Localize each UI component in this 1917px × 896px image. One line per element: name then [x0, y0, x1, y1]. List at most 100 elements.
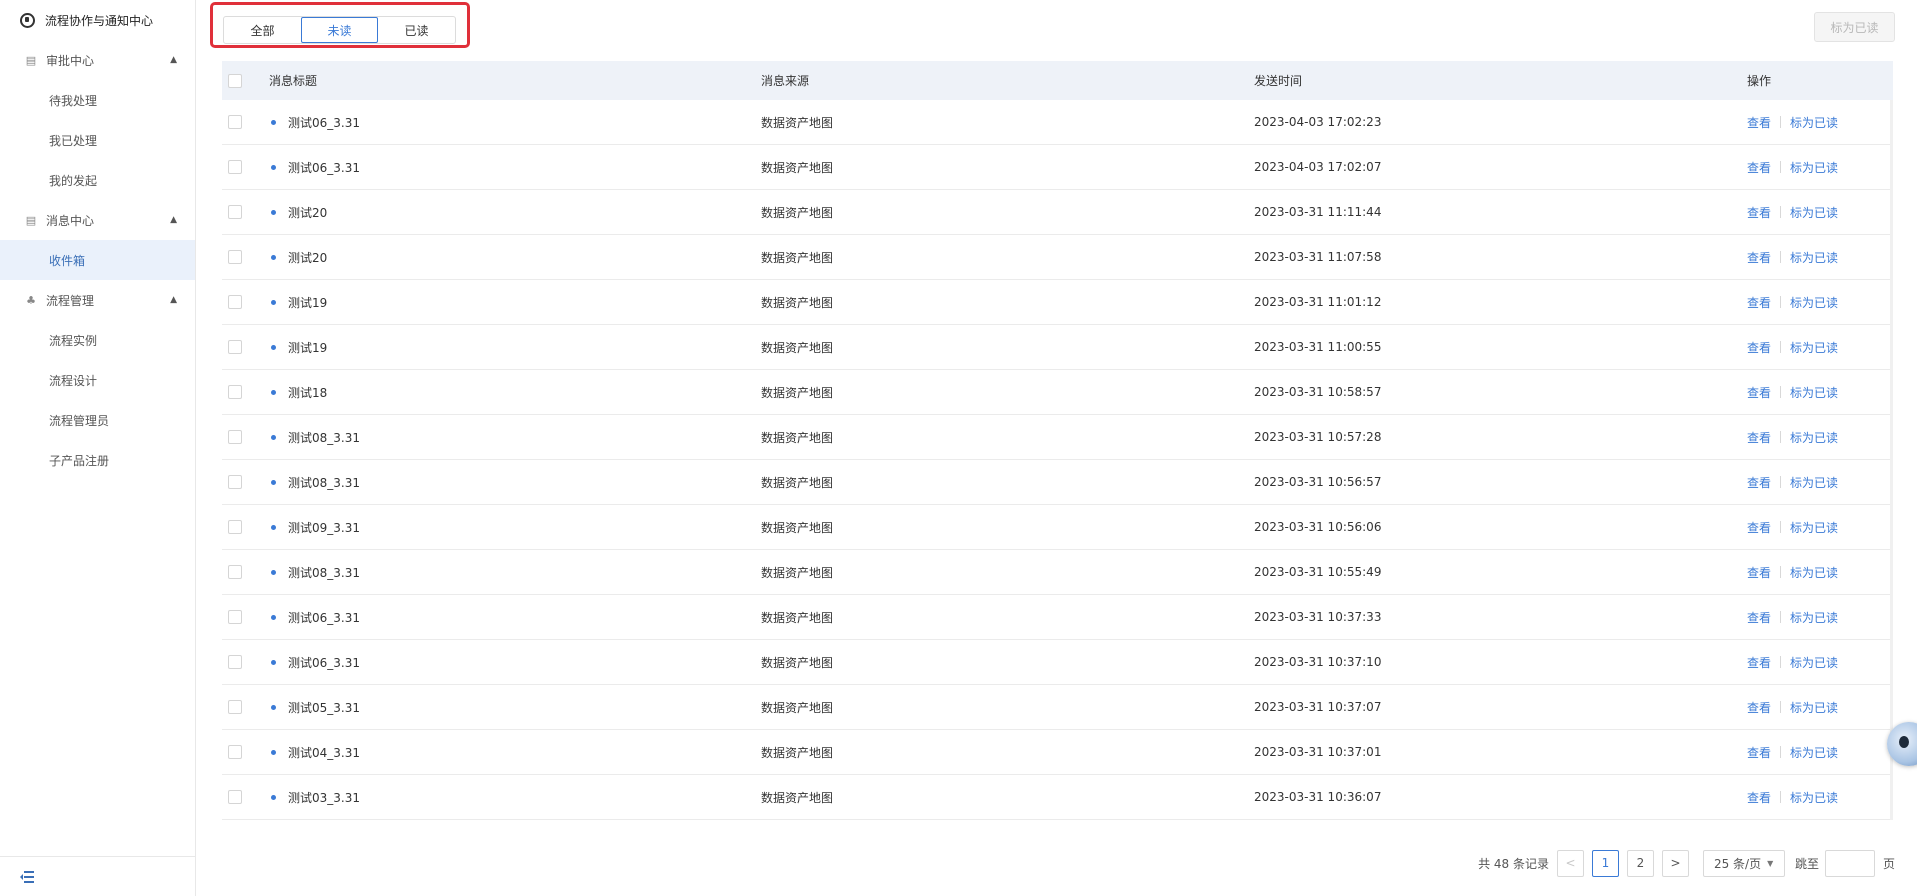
next-page-button[interactable]: > — [1661, 849, 1689, 877]
tab-all[interactable]: 全部 — [224, 17, 301, 43]
row-actions: 查看 标为已读 — [1747, 654, 1893, 671]
view-link[interactable]: 查看 — [1747, 339, 1771, 356]
unread-dot-icon — [271, 164, 276, 170]
row-checkbox[interactable] — [228, 520, 242, 534]
sidebar-item-subproduct-register[interactable]: 子产品注册 — [0, 440, 195, 480]
tab-read[interactable]: 已读 — [378, 17, 455, 43]
collapse-menu-icon[interactable] — [20, 870, 34, 883]
tab-unread[interactable]: 未读 — [301, 17, 378, 43]
mark-read-link[interactable]: 标为已读 — [1790, 384, 1838, 401]
sidebar-item-process-instances[interactable]: 流程实例 — [0, 320, 195, 360]
row-title-cell: 测试08_3.31 — [269, 429, 761, 446]
row-checkbox[interactable] — [228, 205, 242, 219]
view-link[interactable]: 查看 — [1747, 744, 1771, 761]
message-source: 数据资产地图 — [761, 115, 834, 130]
mark-read-link[interactable]: 标为已读 — [1790, 294, 1838, 311]
mark-read-link[interactable]: 标为已读 — [1790, 159, 1838, 176]
action-divider — [1780, 116, 1782, 128]
row-checkbox[interactable] — [228, 565, 242, 579]
nav-group-messages[interactable]: ▤ 消息中心 ▲ — [0, 200, 195, 240]
page-size-select[interactable]: 25 条/页 ▼ — [1702, 849, 1785, 877]
page-1-button[interactable]: 1 — [1591, 849, 1619, 877]
view-link[interactable]: 查看 — [1747, 519, 1771, 536]
mark-read-link[interactable]: 标为已读 — [1790, 564, 1838, 581]
message-title: 测试19 — [288, 295, 328, 310]
row-checkbox[interactable] — [228, 790, 242, 804]
mark-read-link[interactable]: 标为已读 — [1790, 519, 1838, 536]
mark-read-link[interactable]: 标为已读 — [1790, 609, 1838, 626]
mark-read-link[interactable]: 标为已读 — [1790, 744, 1838, 761]
row-actions: 查看 标为已读 — [1747, 114, 1893, 131]
view-link[interactable]: 查看 — [1747, 159, 1771, 176]
action-divider — [1780, 296, 1782, 308]
view-link[interactable]: 查看 — [1747, 429, 1771, 446]
jump-page-input[interactable] — [1824, 849, 1875, 877]
row-checkbox[interactable] — [228, 250, 242, 264]
mark-read-link[interactable]: 标为已读 — [1790, 699, 1838, 716]
row-checkbox[interactable] — [228, 655, 242, 669]
sidebar-item-process-admins[interactable]: 流程管理员 — [0, 400, 195, 440]
message-title: 测试20 — [288, 250, 328, 265]
page-2-button[interactable]: 2 — [1626, 849, 1654, 877]
mark-all-read-button[interactable]: 标为已读 — [1814, 12, 1895, 42]
row-title-cell: 测试08_3.31 — [269, 474, 761, 491]
nav-group-approval[interactable]: ▤ 审批中心 ▲ — [0, 40, 195, 80]
view-link[interactable]: 查看 — [1747, 699, 1771, 716]
app-logo-icon — [20, 12, 35, 28]
prev-page-button[interactable]: < — [1556, 849, 1584, 877]
view-link[interactable]: 查看 — [1747, 654, 1771, 671]
mark-read-link[interactable]: 标为已读 — [1790, 474, 1838, 491]
table-row: 测试06_3.31 数据资产地图 2023-03-31 10:37:33 查看 标为已读 — [222, 595, 1893, 640]
message-title: 测试06_3.31 — [288, 655, 360, 670]
view-link[interactable]: 查看 — [1747, 249, 1771, 266]
mark-read-link[interactable]: 标为已读 — [1790, 114, 1838, 131]
unread-dot-icon — [271, 299, 276, 305]
unread-dot-icon — [271, 569, 276, 575]
row-checkbox[interactable] — [228, 475, 242, 489]
message-source: 数据资产地图 — [761, 655, 834, 670]
table-row: 测试05_3.31 数据资产地图 2023-03-31 10:37:07 查看 标为已读 — [222, 685, 1893, 730]
unread-dot-icon — [271, 254, 276, 260]
message-source: 数据资产地图 — [761, 250, 834, 265]
view-link[interactable]: 查看 — [1747, 474, 1771, 491]
select-all-checkbox[interactable] — [228, 73, 242, 88]
nav-group-process-mgmt[interactable]: ♣ 流程管理 ▲ — [0, 280, 195, 320]
clipboard-icon: ▤ — [25, 53, 37, 67]
row-checkbox[interactable] — [228, 430, 242, 444]
mark-read-link[interactable]: 标为已读 — [1790, 204, 1838, 221]
table-scrollbar[interactable] — [1890, 100, 1893, 820]
row-actions: 查看 标为已读 — [1747, 744, 1893, 761]
pagination: 共 48 条记录 < 1 2 > 25 条/页 ▼ 跳至 页 — [1478, 849, 1895, 877]
sidebar-item-initiated[interactable]: 我的发起 — [0, 160, 195, 200]
mark-read-link[interactable]: 标为已读 — [1790, 339, 1838, 356]
row-checkbox[interactable] — [228, 745, 242, 759]
table-row: 测试09_3.31 数据资产地图 2023-03-31 10:56:06 查看 标为已读 — [222, 505, 1893, 550]
row-checkbox-cell — [222, 385, 269, 399]
view-link[interactable]: 查看 — [1747, 609, 1771, 626]
view-link[interactable]: 查看 — [1747, 564, 1771, 581]
mark-read-link[interactable]: 标为已读 — [1790, 429, 1838, 446]
sidebar-item-inbox[interactable]: 收件箱 — [0, 240, 195, 280]
action-divider — [1780, 206, 1782, 218]
mark-read-link[interactable]: 标为已读 — [1790, 249, 1838, 266]
row-checkbox[interactable] — [228, 700, 242, 714]
action-divider — [1780, 611, 1782, 623]
row-checkbox[interactable] — [228, 385, 242, 399]
row-checkbox[interactable] — [228, 295, 242, 309]
mark-read-link[interactable]: 标为已读 — [1790, 654, 1838, 671]
mark-read-link[interactable]: 标为已读 — [1790, 789, 1838, 806]
view-link[interactable]: 查看 — [1747, 384, 1771, 401]
action-divider — [1780, 341, 1782, 353]
view-link[interactable]: 查看 — [1747, 114, 1771, 131]
action-divider — [1780, 791, 1782, 803]
view-link[interactable]: 查看 — [1747, 294, 1771, 311]
sidebar-item-process-design[interactable]: 流程设计 — [0, 360, 195, 400]
sidebar-item-pending[interactable]: 待我处理 — [0, 80, 195, 120]
view-link[interactable]: 查看 — [1747, 204, 1771, 221]
row-checkbox[interactable] — [228, 115, 242, 129]
row-checkbox[interactable] — [228, 340, 242, 354]
view-link[interactable]: 查看 — [1747, 789, 1771, 806]
row-checkbox[interactable] — [228, 610, 242, 624]
row-checkbox[interactable] — [228, 160, 242, 174]
sidebar-item-processed[interactable]: 我已处理 — [0, 120, 195, 160]
